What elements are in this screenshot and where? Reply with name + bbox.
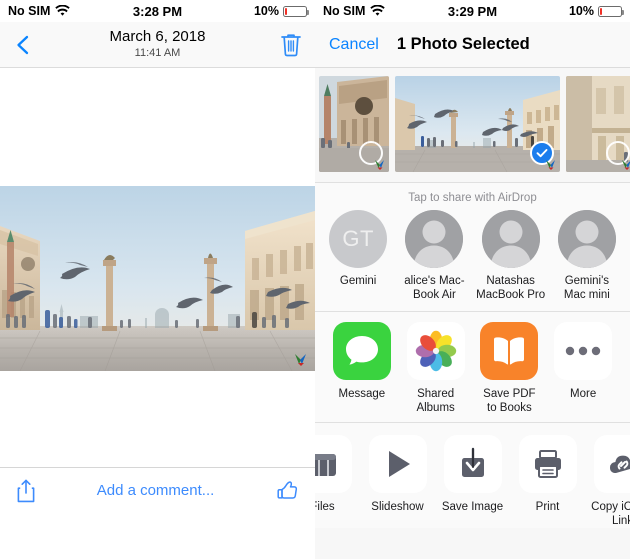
photo-date: March 6, 2018 [109, 27, 206, 45]
photo-thumbnail[interactable] [566, 76, 630, 172]
photo-thumbnail-selected[interactable] [395, 76, 560, 172]
share-app-save-pdf-to-books[interactable]: Save PDF to Books [473, 321, 547, 416]
airdrop-target-label: Gemini [339, 275, 377, 287]
share-actions-section: Files Slideshow [315, 422, 630, 529]
share-app-shared-albums[interactable]: Shared Albums [399, 321, 473, 416]
cancel-button[interactable]: Cancel [329, 36, 379, 54]
share-sheet-title: 1 Photo Selected [396, 35, 530, 53]
photo-viewer-body: Add a comment... [0, 68, 315, 513]
thumbs-up-icon[interactable] [275, 479, 299, 503]
airdrop-target-alices-macbook-air[interactable]: alice's Mac- Book Air [397, 210, 471, 303]
airdrop-target-label: Natashas MacBook Pro [476, 275, 546, 302]
person-icon [405, 210, 464, 268]
add-comment-input[interactable]: Add a comment... [36, 482, 275, 499]
status-bar-right: No SIM 3:29 PM 10% [315, 0, 630, 22]
battery-percent-label: 10% [568, 4, 594, 18]
share-action-label: Copy iCloudLink [591, 500, 630, 527]
share-app-label: More [570, 387, 597, 400]
main-photo[interactable] [0, 186, 315, 371]
photo-date-title-group: March 6, 2018 11:41 AM [0, 27, 315, 60]
person-icon [481, 210, 540, 268]
left-panel-photo-viewer: No SIM 3:28 PM 10% March 6, 2018 11:41 A… [0, 0, 315, 559]
status-bar-left: No SIM 3:28 PM 10% [0, 0, 315, 22]
avatar-person [481, 210, 540, 268]
icloud-link-icon [593, 434, 630, 493]
share-sheet-body: Tap to share with AirDrop GT Gemini alic… [315, 68, 630, 559]
airdrop-section: Tap to share with AirDrop GT Gemini alic… [315, 183, 630, 311]
photo-actions-toolbar: Add a comment... [0, 467, 315, 513]
airdrop-target-natashas-macbook-pro[interactable]: Natashas MacBook Pro [474, 210, 548, 303]
status-right-group: 10% [253, 4, 309, 18]
photo-thumbnail[interactable] [319, 76, 389, 172]
share-action-slideshow[interactable]: Slideshow [360, 434, 435, 529]
chevron-left-icon[interactable] [12, 34, 34, 56]
play-icon [368, 434, 427, 493]
airdrop-target-geminis-mac-mini[interactable]: Gemini's Mac mini [550, 210, 624, 303]
share-action-print[interactable]: Print [510, 434, 585, 529]
share-action-copy-icloud-link[interactable]: Copy iCloudLink [585, 434, 630, 529]
share-action-label: Slideshow [371, 500, 424, 513]
download-icon [443, 434, 502, 493]
share-apps-row: Message Shared Albums Save PDF to Books … [315, 321, 630, 416]
share-action-files[interactable]: Files [315, 434, 360, 529]
airdrop-hint: Tap to share with AirDrop [408, 192, 537, 204]
share-sheet-navbar: Cancel 1 Photo Selected [315, 22, 630, 68]
share-app-label: Save PDF to Books [483, 387, 536, 415]
share-action-label: Print [535, 500, 560, 513]
person-icon [557, 210, 616, 268]
share-app-label: Shared Albums [416, 387, 455, 415]
right-panel-share-sheet: No SIM 3:29 PM 10% Cancel 1 Photo Select… [315, 0, 630, 559]
more-dots-icon [554, 321, 613, 380]
share-app-label: Message [338, 387, 386, 400]
share-action-label: Files [315, 500, 335, 513]
photo-time: 11:41 AM [134, 46, 181, 59]
watermark-icon [546, 160, 555, 170]
share-action-label: Save Image [441, 500, 504, 513]
share-actions-row: Files Slideshow [315, 434, 630, 529]
books-icon [480, 321, 539, 380]
share-apps-section: Message Shared Albums Save PDF to Books … [315, 311, 630, 422]
airdrop-target-label: alice's Mac- Book Air [404, 275, 465, 302]
avatar-person [557, 210, 616, 268]
airdrop-target-row: GT Gemini alice's Mac- Book Air Natashas… [315, 210, 630, 303]
files-icon [315, 434, 352, 493]
dual-screenshot: No SIM 3:28 PM 10% March 6, 2018 11:41 A… [0, 0, 630, 559]
watermark-icon [295, 354, 306, 366]
battery-icon [598, 5, 624, 17]
watermark-icon [375, 160, 384, 170]
messages-icon [332, 321, 391, 380]
battery-icon [283, 5, 309, 17]
photos-icon [406, 321, 465, 380]
battery-percent-label: 10% [253, 4, 279, 18]
share-action-save-image[interactable]: Save Image [435, 434, 510, 529]
airdrop-target-label: Gemini's Mac mini [563, 275, 610, 302]
share-icon[interactable] [16, 479, 36, 503]
avatar-initials: GT [329, 210, 388, 268]
share-app-more[interactable]: More [546, 321, 620, 416]
photo-viewer-navbar: March 6, 2018 11:41 AM [0, 22, 315, 68]
selected-photos-strip [315, 68, 630, 182]
airdrop-target-gemini[interactable]: GT Gemini [321, 210, 395, 303]
avatar-person [405, 210, 464, 268]
watermark-icon [622, 160, 630, 170]
status-right-group-right: 10% [568, 4, 624, 18]
trash-icon[interactable] [279, 32, 303, 58]
printer-icon [518, 434, 577, 493]
share-app-message[interactable]: Message [325, 321, 399, 416]
